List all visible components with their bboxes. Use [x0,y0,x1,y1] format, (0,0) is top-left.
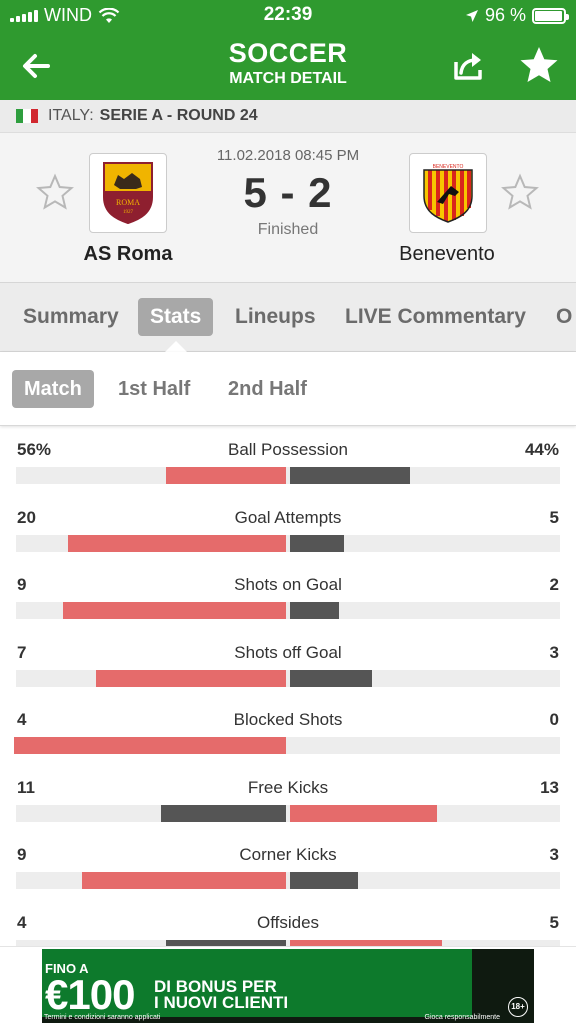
page-title: SOCCER [228,38,348,68]
stat-away-value: 3 [549,643,559,662]
stat-bar-track [14,737,560,754]
tab-summary[interactable]: Summary [23,298,119,336]
stat-home-bar [14,737,286,754]
stat-label: Goal Attempts [234,508,342,527]
subtab-match[interactable]: Match [12,370,94,408]
stat-home-bar [161,805,286,822]
ad-amount: €100 [45,971,135,1018]
stat-row: 11 Free Kicks 13 [0,764,576,832]
away-team-logo[interactable]: BENEVENTO [409,153,487,233]
active-tab-caret [165,341,187,352]
battery-percent: 96 % [484,5,526,25]
stat-bar-track [16,467,560,484]
stat-away-bar [290,467,410,484]
ad-responsible: Gioca responsabilmente [424,1014,501,1021]
match-header: ROMA 1927 AS Roma 11.02.2018 08:45 PM 5 … [0,132,576,282]
battery-level [535,10,562,21]
stat-row: 9 Corner Kicks 3 [0,831,576,899]
stat-row: 4 Blocked Shots 0 [0,696,576,764]
stat-away-value: 3 [549,845,559,864]
home-team-name[interactable]: AS Roma [38,243,218,266]
age-18-badge: 18+ [508,997,528,1017]
stat-row: 56% Ball Possession 44% [0,426,576,494]
status-right: 96 % [465,5,569,26]
match-datetime: 11.02.2018 08:45 PM [216,147,360,164]
stat-label: Shots off Goal [234,643,342,662]
stat-home-bar [166,467,286,484]
stat-home-bar [63,602,286,619]
stat-away-value: 0 [549,710,559,729]
stat-away-value: 44% [524,440,559,459]
match-status: Finished [257,221,319,238]
benevento-crest-icon: BENEVENTO [423,164,473,223]
status-bar: WIND 22:39 96 % [0,0,576,30]
stat-away-value: 2 [549,575,559,594]
match-score: 5 - 2 [243,169,333,216]
stat-home-bar [82,872,286,889]
stat-label: Blocked Shots [233,710,343,729]
stat-label: Shots on Goal [234,575,342,594]
period-tabs: Match 1st Half 2nd Half [0,352,576,426]
benevento-crest-text: BENEVENTO [433,164,464,170]
tab-odds-partial[interactable]: O [556,298,572,336]
ad-banner-container: FINO A €100 DI BONUS PER I NUOVI CLIENTI… [0,946,576,1024]
tab-live-commentary[interactable]: LIVE Commentary [345,298,526,336]
ad-fine-print: Termini e condizioni saranno applicati [44,1014,161,1021]
stat-home-bar [96,670,286,687]
page-subtitle: MATCH DETAIL [229,70,347,87]
league-country: ITALY: [48,107,94,124]
stat-row: 20 Goal Attempts 5 [0,494,576,562]
flag-stripe-white [23,109,31,123]
stat-row: 4 Offsides 5 [0,899,576,946]
subtab-1st-half[interactable]: 1st Half [118,370,190,408]
tab-lineups[interactable]: Lineups [235,298,316,336]
flag-stripe-red [30,109,38,123]
stat-label: Ball Possession [227,440,348,459]
stat-label: Free Kicks [247,778,329,797]
stat-away-bar [290,805,437,822]
match-tabs: Summary Stats Lineups LIVE Commentary O [0,282,576,352]
flag-stripe-green [16,109,24,123]
tab-stats[interactable]: Stats [138,298,214,336]
away-team-name[interactable]: Benevento [357,243,537,266]
stat-row: 9 Shots on Goal 2 [0,561,576,629]
league-name: SERIE A - ROUND 24 [99,107,258,124]
stat-away-value: 5 [549,913,559,932]
italy-flag-icon [16,109,38,123]
league-bar[interactable]: ITALY: SERIE A - ROUND 24 [0,100,576,132]
stat-away-value: 5 [549,508,559,527]
ad-bonus-line2: I NUOVI CLIENTI [154,993,289,1012]
stat-label: Offsides [256,913,320,932]
away-favorite-star-icon[interactable] [501,173,539,211]
stat-away-bar [290,670,372,687]
location-arrow-icon [465,9,478,22]
favorite-star-icon[interactable] [518,44,560,86]
stat-bar-track [16,602,560,619]
stat-row: 7 Shots off Goal 3 [0,629,576,697]
battery-icon [532,7,569,24]
stat-away-bar [290,602,339,619]
stat-away-bar [290,535,344,552]
stat-away-bar [290,872,358,889]
stat-bar-track [16,535,560,552]
stat-bar-track [16,670,560,687]
subtab-2nd-half[interactable]: 2nd Half [228,370,307,408]
ad-banner[interactable]: FINO A €100 DI BONUS PER I NUOVI CLIENTI… [42,949,534,1023]
stats-list: 56% Ball Possession 44% 20 Goal Attempts 5 9 Sh… [0,426,576,946]
stat-home-bar [68,535,286,552]
stat-label: Corner Kicks [239,845,337,864]
app-header: SOCCER MATCH DETAIL [0,30,576,100]
stat-away-value: 13 [540,778,559,797]
header-titles: SOCCER MATCH DETAIL [0,38,576,88]
stat-bar-track [16,872,560,889]
share-icon[interactable] [448,46,488,86]
stat-bar-track [16,805,560,822]
